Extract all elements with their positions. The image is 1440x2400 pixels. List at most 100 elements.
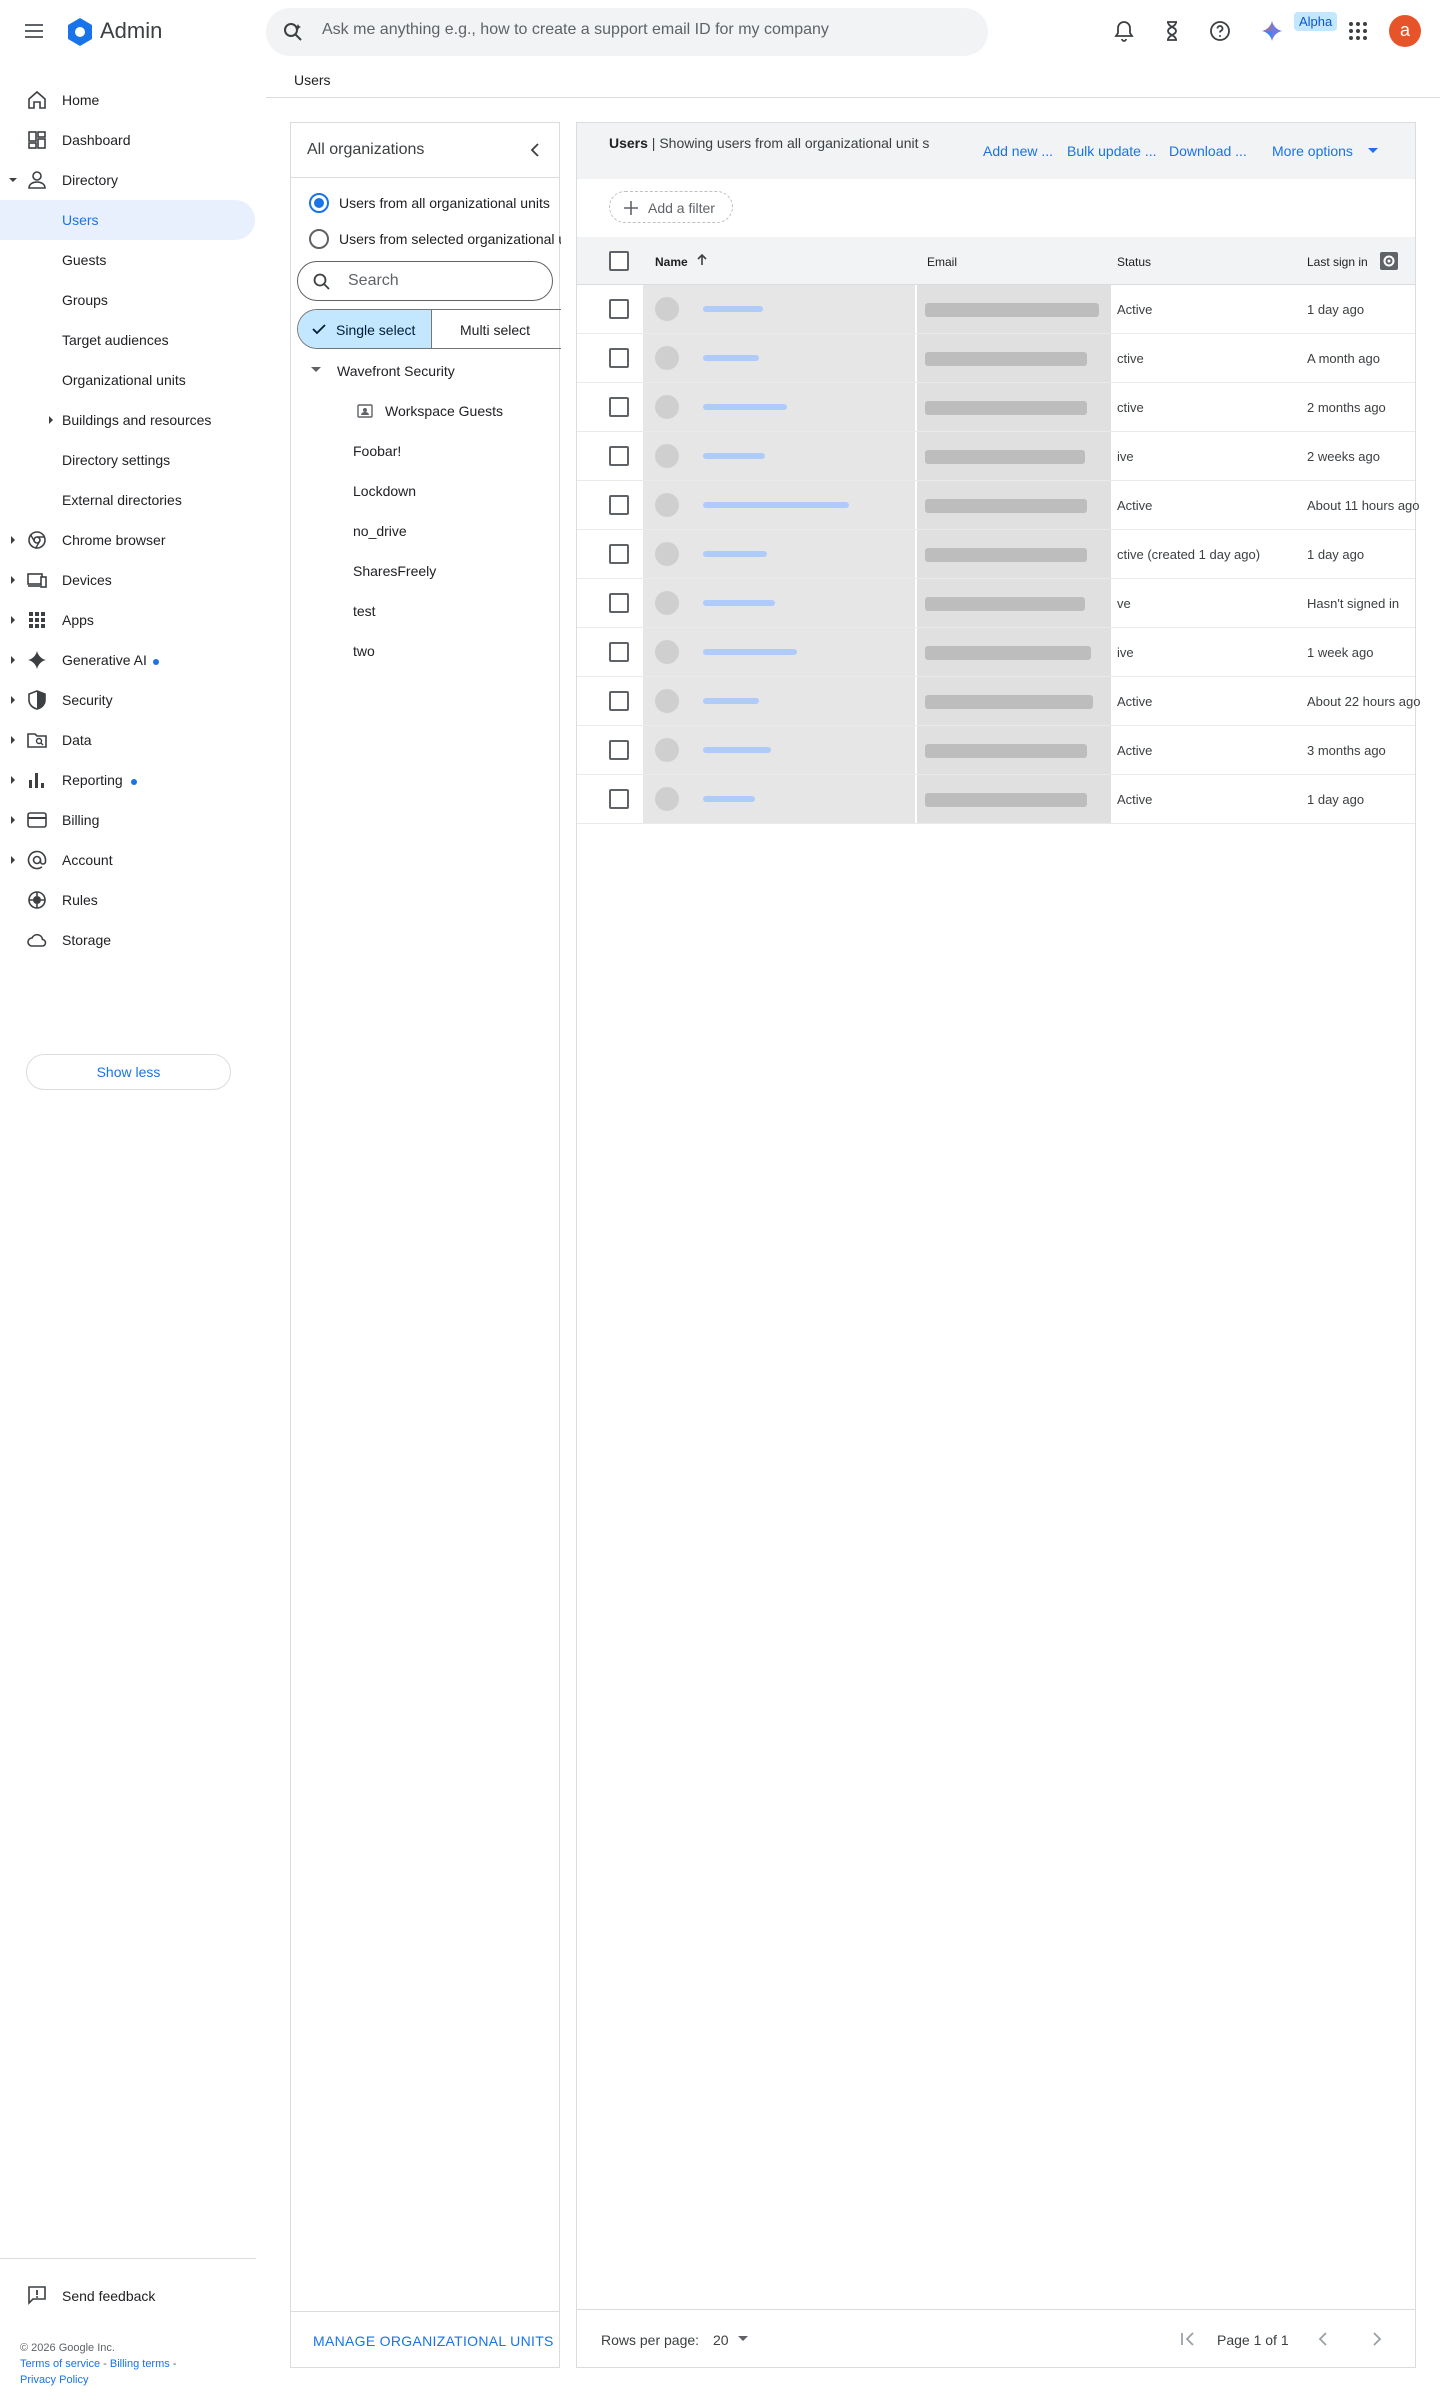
caret-right-icon[interactable] <box>8 615 18 625</box>
caret-right-icon[interactable] <box>8 735 18 745</box>
redacted-user-name[interactable] <box>643 481 915 529</box>
chevron-left-icon[interactable] <box>525 139 547 161</box>
sidebar-item-groups[interactable]: Groups <box>0 280 256 320</box>
row-checkbox[interactable] <box>609 593 629 613</box>
first-page-icon[interactable] <box>1177 2328 1199 2350</box>
gemini-sparkle-icon[interactable] <box>1260 19 1284 43</box>
row-checkbox[interactable] <box>609 495 629 515</box>
sidebar-item-security[interactable]: Security <box>0 680 256 720</box>
sidebar-item-devices[interactable]: Devices <box>0 560 256 600</box>
sidebar-item-reporting[interactable]: Reporting <box>0 760 256 800</box>
row-checkbox[interactable] <box>609 397 629 417</box>
sidebar-item-buildings-and-resources[interactable]: Buildings and resources <box>0 400 256 440</box>
table-row[interactable]: Active 1 day ago <box>577 285 1415 334</box>
sidebar-item-target-audiences[interactable]: Target audiences <box>0 320 256 360</box>
row-checkbox[interactable] <box>609 740 629 760</box>
redacted-name-link[interactable] <box>703 600 775 606</box>
terms-link[interactable]: Terms of service <box>20 2358 100 2370</box>
redacted-user-name[interactable] <box>643 383 915 431</box>
caret-down-icon[interactable] <box>737 2335 749 2343</box>
org-tree-item[interactable]: Foobar! <box>353 443 401 459</box>
row-checkbox[interactable] <box>609 446 629 466</box>
radio-selected-org-units[interactable]: Users from selected organizational units <box>309 227 561 251</box>
add-filter-button[interactable]: Add a filter <box>609 191 733 223</box>
table-row[interactable]: ive 1 week ago <box>577 628 1415 677</box>
redacted-name-link[interactable] <box>703 796 755 802</box>
redacted-name-link[interactable] <box>703 502 849 508</box>
org-search-input[interactable] <box>348 272 538 290</box>
rows-per-page-select[interactable]: 20 <box>713 2332 729 2348</box>
caret-right-icon[interactable] <box>46 415 56 425</box>
radio-all-org-units[interactable]: Users from all organizational units <box>309 191 561 215</box>
caret-right-icon[interactable] <box>8 815 18 825</box>
privacy-link[interactable]: Privacy Policy <box>20 2374 88 2386</box>
sidebar-item-external-directories[interactable]: External directories <box>0 480 256 520</box>
user-avatar[interactable]: a <box>1389 15 1421 47</box>
redacted-user-name[interactable] <box>643 432 915 480</box>
radio-button[interactable] <box>309 229 329 249</box>
caret-down-icon[interactable] <box>309 363 323 377</box>
caret-right-icon[interactable] <box>8 535 18 545</box>
table-row[interactable]: ctive (created 1 day ago) 1 day ago <box>577 530 1415 579</box>
redacted-user-name[interactable] <box>643 334 915 382</box>
bulk-update-button[interactable]: Bulk update ... <box>1067 143 1157 159</box>
caret-right-icon[interactable] <box>8 775 18 785</box>
chevron-right-icon[interactable] <box>1365 2328 1387 2350</box>
sidebar-item-billing[interactable]: Billing <box>0 800 256 840</box>
redacted-name-link[interactable] <box>703 747 771 753</box>
caret-down-icon[interactable] <box>1367 147 1379 155</box>
select-all-checkbox[interactable] <box>609 251 629 271</box>
org-tree-item[interactable]: two <box>353 643 375 659</box>
sidebar-item-directory-settings[interactable]: Directory settings <box>0 440 256 480</box>
redacted-name-link[interactable] <box>703 404 787 410</box>
table-row[interactable]: ctive A month ago <box>577 334 1415 383</box>
sidebar-item-organizational-units[interactable]: Organizational units <box>0 360 256 400</box>
table-row[interactable]: ve Hasn't signed in <box>577 579 1415 628</box>
bell-icon[interactable] <box>1112 19 1136 43</box>
sidebar-item-users[interactable]: Users <box>0 200 255 240</box>
row-checkbox[interactable] <box>609 691 629 711</box>
org-search-field[interactable] <box>297 261 553 301</box>
show-less-button[interactable]: Show less <box>26 1054 231 1090</box>
redacted-name-link[interactable] <box>703 453 765 459</box>
table-row[interactable]: Active 3 months ago <box>577 726 1415 775</box>
billing-terms-link[interactable]: Billing terms <box>110 2358 170 2370</box>
table-row[interactable]: Active 1 day ago <box>577 775 1415 824</box>
app-title[interactable]: Admin <box>100 18 162 44</box>
caret-down-icon[interactable] <box>8 175 18 185</box>
caret-right-icon[interactable] <box>8 655 18 665</box>
sidebar-item-directory[interactable]: Directory <box>0 160 256 200</box>
manage-org-units-button[interactable]: MANAGE ORGANIZATIONAL UNITS <box>313 2333 554 2349</box>
admin-logo-icon[interactable] <box>64 16 96 48</box>
redacted-name-link[interactable] <box>703 355 759 361</box>
sidebar-item-data[interactable]: Data <box>0 720 256 760</box>
column-header-name[interactable]: Name <box>655 255 688 269</box>
sidebar-item-storage[interactable]: Storage <box>0 920 256 960</box>
redacted-user-name[interactable] <box>643 677 915 725</box>
search-input[interactable] <box>322 21 962 39</box>
redacted-user-name[interactable] <box>643 530 915 578</box>
sidebar-item-account[interactable]: Account <box>0 840 256 880</box>
redacted-user-name[interactable] <box>643 579 915 627</box>
org-tree-item[interactable]: Lockdown <box>353 483 416 499</box>
hamburger-menu-icon[interactable] <box>22 19 46 43</box>
org-tree-item[interactable]: Workspace Guests <box>385 403 503 419</box>
sidebar-item-chrome-browser[interactable]: Chrome browser <box>0 520 256 560</box>
column-header-status[interactable]: Status <box>1117 255 1151 269</box>
more-options-button[interactable]: More options <box>1272 143 1353 159</box>
redacted-name-link[interactable] <box>703 649 797 655</box>
redacted-name-link[interactable] <box>703 551 767 557</box>
caret-right-icon[interactable] <box>8 855 18 865</box>
sidebar-item-home[interactable]: Home <box>0 80 256 120</box>
org-tree-item[interactable]: SharesFreely <box>353 563 436 579</box>
org-tree-item[interactable]: no_drive <box>353 523 407 539</box>
download-button[interactable]: Download ... <box>1169 143 1247 159</box>
table-row[interactable]: Active About 11 hours ago <box>577 481 1420 530</box>
add-new-user-button[interactable]: Add new ... <box>983 143 1053 159</box>
sidebar-item-apps[interactable]: Apps <box>0 600 256 640</box>
single-select-button[interactable]: Single select <box>298 310 432 348</box>
sidebar-item-guests[interactable]: Guests <box>0 240 256 280</box>
arrow-up-icon[interactable] <box>695 253 709 267</box>
column-header-last-sign-in[interactable]: Last sign in <box>1307 255 1368 269</box>
chevron-left-icon[interactable] <box>1313 2328 1335 2350</box>
